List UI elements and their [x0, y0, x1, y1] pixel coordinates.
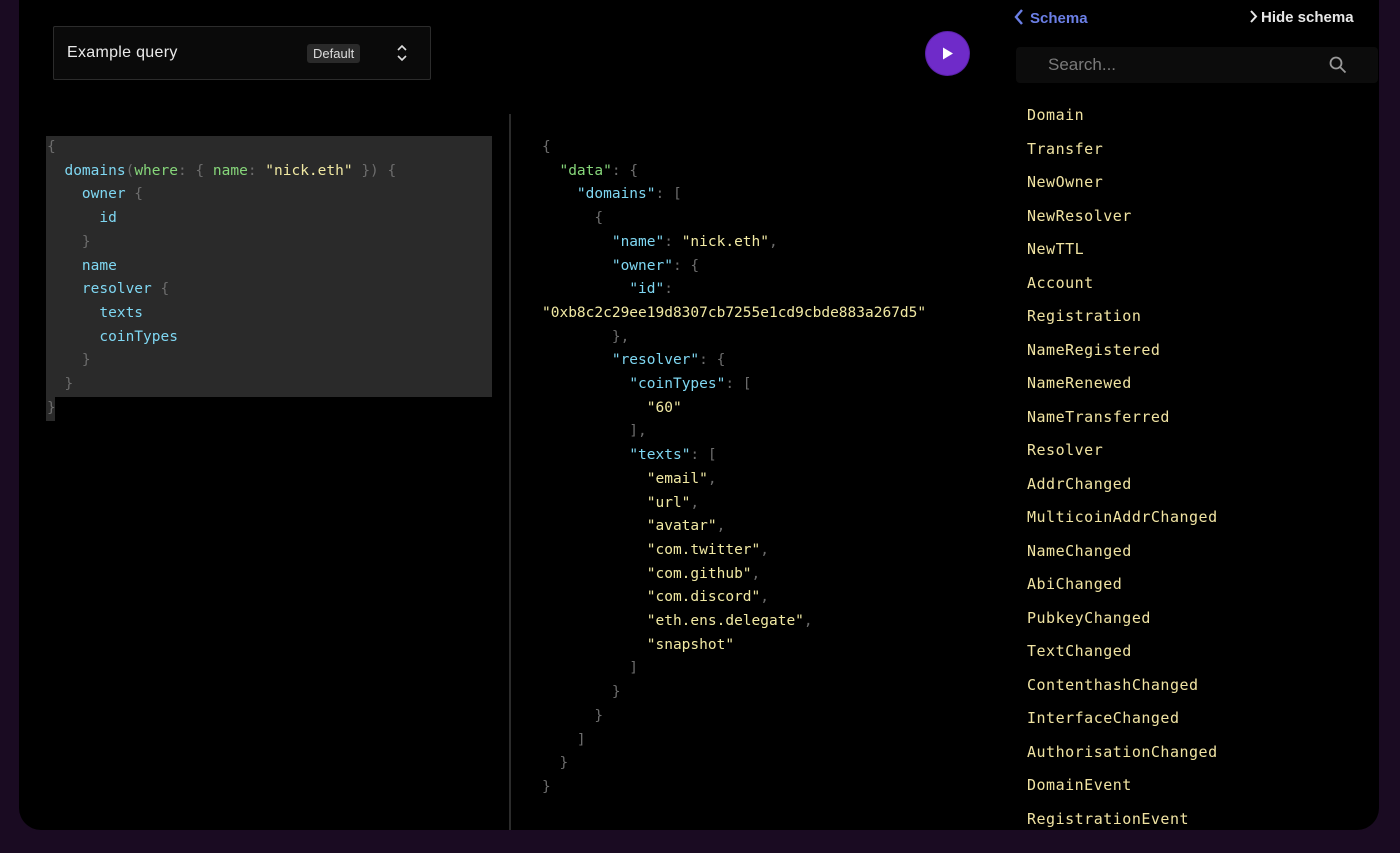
code-line: coinTypes: [99, 328, 178, 345]
code-line: "name": "nick.eth",: [611, 233, 778, 250]
schema-type-item[interactable]: NewOwner: [1027, 171, 1218, 205]
query-code: { domains(where: { name: "nick.eth" }) {…: [46, 136, 492, 420]
code-line: "email",: [646, 470, 717, 487]
code-line: },: [542, 328, 630, 345]
hide-schema-label: Hide schema: [1261, 9, 1354, 26]
code-line: "resolver": {: [611, 352, 726, 369]
code-line: domains(where: { name: "nick.eth" }) {: [64, 162, 397, 179]
code-line: {: [542, 139, 551, 155]
query-editor[interactable]: { domains(where: { name: "nick.eth" }) {…: [46, 136, 492, 420]
code-line: "com.twitter",: [646, 541, 769, 558]
code-line: "60": [646, 399, 682, 416]
code-line: "texts": [: [629, 447, 717, 464]
schema-type-item[interactable]: AddrChanged: [1027, 473, 1218, 507]
schema-type-item[interactable]: NameChanged: [1027, 540, 1218, 574]
code-line: "domains": [: [576, 186, 682, 203]
code-line: resolver {: [81, 281, 170, 298]
run-query-button[interactable]: [926, 32, 969, 75]
code-line: "avatar",: [646, 518, 726, 535]
graphql-explorer: Example query Default { domains(where: {…: [19, 0, 1379, 830]
code-line: "coinTypes": [: [629, 376, 752, 393]
schema-type-item[interactable]: Domain: [1027, 104, 1218, 138]
code-line: owner {: [81, 186, 144, 203]
code-line: "url",: [646, 494, 700, 511]
code-line: }: [542, 684, 621, 701]
schema-type-item[interactable]: NewTTL: [1027, 238, 1218, 272]
schema-back-link[interactable]: Schema: [1014, 9, 1088, 29]
schema-type-item[interactable]: DomainEvent: [1027, 774, 1218, 808]
code-line: }: [542, 707, 604, 724]
schema-back-label: Schema: [1030, 10, 1088, 27]
schema-type-item[interactable]: Account: [1027, 272, 1218, 306]
code-line: texts: [99, 304, 144, 321]
schema-type-item[interactable]: Transfer: [1027, 138, 1218, 172]
schema-type-item[interactable]: NameRenewed: [1027, 372, 1218, 406]
chevron-left-icon: [1014, 9, 1023, 25]
code-line: "owner": {: [611, 257, 700, 274]
code-line: "id":: [629, 281, 673, 298]
code-line: "eth.ens.delegate",: [646, 613, 813, 630]
chevron-right-icon: [1250, 10, 1258, 23]
code-line: }: [47, 233, 91, 250]
pane-divider[interactable]: [509, 114, 511, 830]
schema-type-item[interactable]: RegistrationEvent: [1027, 808, 1218, 831]
schema-type-item[interactable]: AbiChanged: [1027, 573, 1218, 607]
schema-type-item[interactable]: NewResolver: [1027, 205, 1218, 239]
code-line: }: [542, 778, 551, 795]
code-line: "0xb8c2c29ee19d8307cb7255e1cd9cbde883a26…: [542, 304, 927, 321]
schema-type-item[interactable]: ContenthashChanged: [1027, 674, 1218, 708]
code-line: ],: [542, 423, 647, 440]
query-default-badge: Default: [307, 44, 361, 63]
schema-type-item[interactable]: NameRegistered: [1027, 339, 1218, 373]
code-line: "com.github",: [646, 565, 761, 582]
schema-type-item[interactable]: MulticoinAddrChanged: [1027, 506, 1218, 540]
code-line: {: [542, 210, 604, 227]
schema-type-item[interactable]: InterfaceChanged: [1027, 707, 1218, 741]
code-line: }: [542, 755, 569, 772]
schema-type-item[interactable]: TextChanged: [1027, 640, 1218, 674]
query-title: Example query: [67, 44, 178, 61]
code-line: name: [81, 257, 117, 274]
code-line: "snapshot": [646, 636, 735, 653]
code-line: {: [47, 139, 56, 155]
code-line: "com.discord",: [646, 589, 769, 606]
code-line: }: [47, 352, 91, 369]
code-line: ]: [542, 731, 586, 748]
chevron-up-down-icon: [397, 44, 407, 62]
hide-schema-button[interactable]: Hide schema: [1249, 9, 1354, 26]
code-line: }: [47, 399, 56, 416]
code-line: }: [47, 376, 74, 393]
schema-type-item[interactable]: NameTransferred: [1027, 406, 1218, 440]
example-query-selector[interactable]: Example query Default: [53, 26, 431, 80]
search-icon[interactable]: [1329, 56, 1347, 74]
schema-type-list: Domain Transfer NewOwner NewResolver NewTTL A…: [1027, 104, 1218, 830]
result-json: { "data": { "domains": [ { "name": "nick…: [542, 136, 926, 800]
schema-type-item[interactable]: Resolver: [1027, 439, 1218, 473]
code-line: id: [99, 210, 117, 227]
schema-type-item[interactable]: Registration: [1027, 305, 1218, 339]
schema-search: [1016, 47, 1378, 83]
code-line: "data": {: [559, 162, 639, 179]
play-icon: [943, 47, 953, 60]
schema-search-input[interactable]: [1046, 53, 1320, 77]
schema-type-item[interactable]: AuthorisationChanged: [1027, 741, 1218, 775]
schema-type-item[interactable]: PubkeyChanged: [1027, 607, 1218, 641]
code-line: ]: [542, 660, 639, 677]
result-viewer: { "data": { "domains": [ { "name": "nick…: [542, 136, 926, 800]
